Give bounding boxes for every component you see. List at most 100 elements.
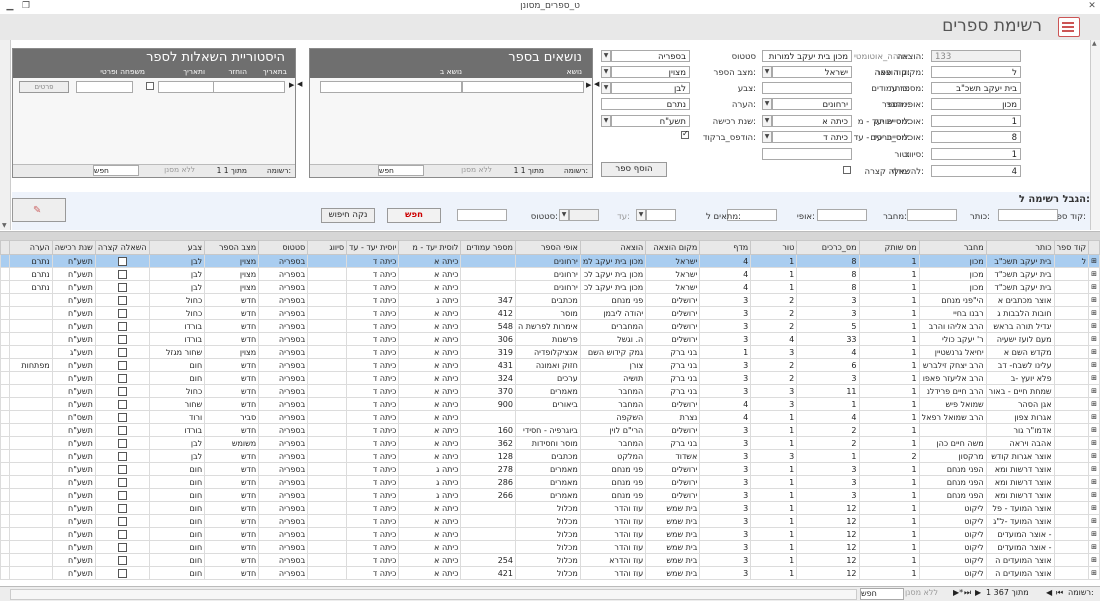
row-expand-icon[interactable]: ⊞ (1088, 488, 1100, 502)
short-loan-cell[interactable] (94, 553, 150, 567)
table-cell[interactable]: 266 (460, 488, 516, 502)
table-cell[interactable]: ליקוט (918, 553, 987, 567)
table-cell[interactable] (9, 449, 53, 463)
table-cell[interactable]: 254 (460, 553, 516, 567)
table-cell[interactable] (1053, 475, 1090, 489)
table-cell[interactable]: תשע"ח (51, 397, 96, 411)
short-loan-cell-checkbox[interactable] (117, 308, 127, 318)
row-expand-icon[interactable]: ⊞ (1088, 436, 1100, 450)
table-cell[interactable]: 3 (699, 501, 752, 515)
table-cell[interactable]: 4 (699, 267, 752, 281)
table-cell[interactable] (9, 332, 53, 346)
table-cell[interactable]: 3 (699, 540, 752, 554)
table-cell[interactable] (1053, 280, 1090, 294)
table-cell[interactable]: מכלול (514, 553, 581, 567)
table-cell[interactable]: חום (148, 566, 206, 580)
table-cell[interactable] (460, 267, 516, 281)
table-cell[interactable]: ירושלים (645, 306, 701, 320)
short-loan-cell-checkbox[interactable] (117, 360, 127, 370)
table-cell[interactable]: יגדיל תורה בראש (985, 319, 1055, 333)
table-row[interactable]: תשע"ח כחול חדש בספריה כיתה ד כיתה ג 347 מכתבים פ… (0, 293, 1100, 307)
table-cell[interactable]: 1 (750, 475, 798, 489)
table-cell[interactable] (1053, 540, 1090, 554)
table-cell[interactable]: מכון בית יעקב לכ (579, 280, 647, 294)
table-cell[interactable]: אגרות צפון (985, 410, 1055, 424)
table-cell[interactable]: חדש (204, 384, 260, 398)
table-cell[interactable]: 12 (796, 540, 860, 554)
table-cell[interactable]: פני מנחם (579, 488, 647, 502)
filter-title-input[interactable] (907, 209, 957, 221)
table-cell[interactable]: נתרם (9, 280, 53, 294)
condition-field[interactable]: מצוין (611, 66, 690, 78)
table-cell[interactable]: כיתה ג (398, 488, 462, 502)
short-loan-cell[interactable] (94, 514, 150, 528)
short-loan-cell[interactable] (94, 371, 150, 385)
table-cell[interactable]: אוצר אגרות קודש (985, 449, 1055, 463)
table-cell[interactable]: ירחונים (514, 280, 581, 294)
short-loan-cell[interactable] (94, 488, 150, 502)
prev-record-icon[interactable]: ◀ (1046, 588, 1052, 597)
table-row[interactable]: תשע"ח חום חדש בספריה כיתה ד כיתה א 324 ערכים תוש… (0, 371, 1100, 385)
table-cell[interactable]: בספריה (258, 371, 309, 385)
table-cell[interactable]: תשע"ח (51, 501, 96, 515)
table-cell[interactable]: עוז והדר (579, 501, 647, 515)
column-header[interactable]: מחבר (918, 240, 987, 255)
short-loan-cell-checkbox[interactable] (117, 529, 127, 539)
table-cell[interactable]: 33 (796, 332, 860, 346)
table-cell[interactable]: כיתה ד (346, 358, 400, 372)
code-field[interactable]: ל (931, 66, 1021, 78)
table-cell[interactable]: 1 (750, 488, 798, 502)
table-cell[interactable]: כיתה ג (398, 293, 462, 307)
table-cell[interactable] (460, 501, 516, 515)
table-cell[interactable]: פרשנות (514, 332, 581, 346)
new-record-icon[interactable]: ▶* (953, 588, 963, 597)
table-cell[interactable]: ישראל (645, 254, 701, 268)
table-cell[interactable]: 3 (699, 527, 752, 541)
table-cell[interactable]: 900 (460, 397, 516, 411)
table-cell[interactable]: 306 (460, 332, 516, 346)
table-cell[interactable]: 1 (750, 553, 798, 567)
table-cell[interactable]: 278 (460, 462, 516, 476)
table-cell[interactable]: 12 (796, 553, 860, 567)
table-cell[interactable] (307, 527, 348, 541)
color-dropdown-icon[interactable]: ▼ (601, 82, 611, 94)
history-returned-checkbox[interactable] (146, 82, 154, 90)
table-cell[interactable]: מצוין (204, 280, 260, 294)
table-cell[interactable]: תשע"ח (51, 423, 96, 437)
table-cell[interactable]: פני מנחם (579, 293, 647, 307)
table-cell[interactable]: כיתה א (398, 527, 462, 541)
table-cell[interactable]: תשע"ח (51, 462, 96, 476)
table-cell[interactable]: 3 (750, 397, 798, 411)
table-cell[interactable]: נצרת (645, 410, 701, 424)
table-cell[interactable]: תשע"ח (51, 280, 96, 294)
table-cell[interactable] (9, 540, 53, 554)
table-cell[interactable]: 2 (796, 423, 860, 437)
table-cell[interactable] (307, 566, 348, 580)
table-cell[interactable]: תשע"ח (51, 267, 96, 281)
column-header[interactable]: טור (750, 240, 798, 255)
table-cell[interactable] (1053, 371, 1090, 385)
table-cell[interactable]: 3 (750, 449, 798, 463)
pub-place-dropdown-icon[interactable]: ▼ (762, 66, 772, 78)
table-cell[interactable] (307, 293, 348, 307)
table-cell[interactable]: ורוד (148, 410, 206, 424)
table-cell[interactable]: חדש (204, 423, 260, 437)
table-cell[interactable]: חום (148, 371, 206, 385)
table-cell[interactable]: תשע"ח (51, 475, 96, 489)
table-cell[interactable]: 3 (796, 306, 860, 320)
table-row[interactable]: תשע"ח בורדו חדש בספריה כיתה ד כיתה א 160 ביוגרפ… (0, 423, 1100, 437)
table-cell[interactable]: 370 (460, 384, 516, 398)
table-cell[interactable]: ל (1053, 254, 1090, 268)
table-cell[interactable]: ירחונים (514, 254, 581, 268)
table-cell[interactable]: סביר (204, 410, 260, 424)
column-header[interactable]: מס_כרכים (796, 240, 860, 255)
table-cell[interactable]: בורדו (148, 423, 206, 437)
table-cell[interactable]: 3 (699, 449, 752, 463)
table-cell[interactable]: כיתה א (398, 358, 462, 372)
table-cell[interactable] (307, 475, 348, 489)
table-cell[interactable]: הפני מנחם (918, 462, 987, 476)
short-loan-cell[interactable] (94, 423, 150, 437)
table-cell[interactable]: שחור מגזל (148, 345, 206, 359)
table-cell[interactable]: 1 (858, 254, 920, 268)
table-cell[interactable]: הרב יצחק זילברש (918, 358, 987, 372)
